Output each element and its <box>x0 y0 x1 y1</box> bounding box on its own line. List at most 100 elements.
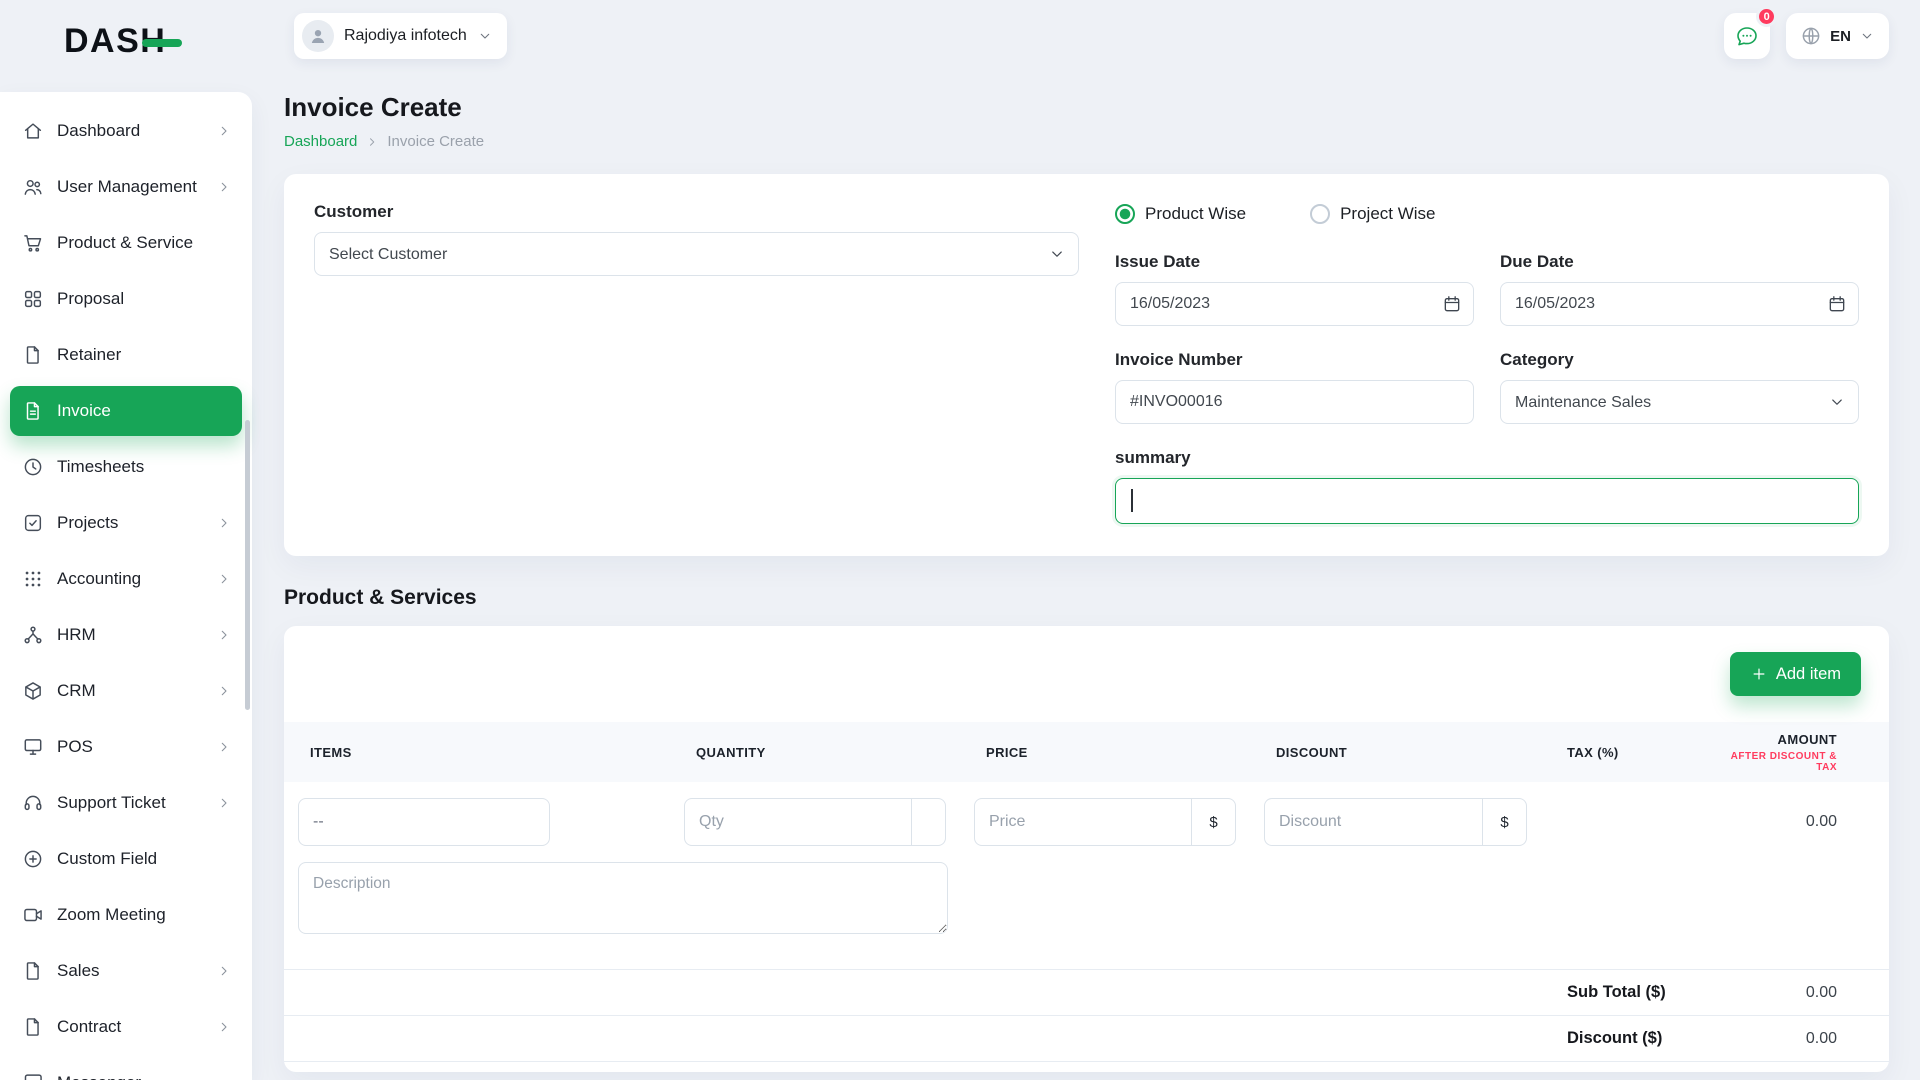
chevron-right-icon <box>216 963 232 979</box>
total-value: 0.00 <box>1721 1030 1889 1048</box>
chevron-right-icon <box>365 135 379 149</box>
issue-date-input[interactable] <box>1115 282 1474 326</box>
item-row: $ $ 0.00 <box>284 782 1889 852</box>
chevron-down-icon <box>1859 28 1875 44</box>
category-select[interactable]: Maintenance Sales <box>1500 380 1859 424</box>
sidebar-item-label: CRM <box>57 681 96 701</box>
chevron-right-icon <box>216 627 232 643</box>
main-content: Invoice Create Dashboard Invoice Create … <box>252 72 1920 1080</box>
add-item-button[interactable]: Add item <box>1730 652 1861 696</box>
col-header-discount: DISCOUNT <box>1250 745 1541 760</box>
sidebar-item-timesheets[interactable]: Timesheets <box>10 442 242 492</box>
breadcrumb-current: Invoice Create <box>387 133 484 150</box>
tax-cell <box>1541 798 1721 846</box>
sidebar-item-sales[interactable]: Sales <box>10 946 242 996</box>
sidebar-item-dashboard[interactable]: Dashboard <box>10 106 242 156</box>
invoice-number-input[interactable] <box>1115 380 1474 424</box>
sidebar-item-label: Retainer <box>57 345 121 365</box>
issue-date-field: Issue Date <box>1115 252 1474 326</box>
sidebar-item-label: Contract <box>57 1017 121 1037</box>
box-icon <box>22 680 44 702</box>
sidebar-item-zoom-meeting[interactable]: Zoom Meeting <box>10 890 242 940</box>
sidebar-item-label: HRM <box>57 625 96 645</box>
sidebar-item-accounting[interactable]: Accounting <box>10 554 242 604</box>
cart-icon <box>22 232 44 254</box>
description-input[interactable] <box>298 862 948 934</box>
invoice-form-card: Customer Select Customer Product Wise Pr… <box>284 174 1889 556</box>
add-item-label: Add item <box>1776 665 1841 684</box>
text-caret <box>1131 489 1133 512</box>
issue-date-label: Issue Date <box>1115 252 1474 272</box>
messages-button[interactable]: 0 <box>1724 13 1770 59</box>
file-icon <box>22 960 44 982</box>
sidebar-item-proposal[interactable]: Proposal <box>10 274 242 324</box>
globe-icon <box>1800 25 1822 47</box>
sidebar-item-user-management[interactable]: User Management <box>10 162 242 212</box>
sidebar-item-pos[interactable]: POS <box>10 722 242 772</box>
col-header-items: ITEMS <box>284 745 670 760</box>
products-section-title: Product & Services <box>284 586 1889 610</box>
file-icon <box>22 344 44 366</box>
home-icon <box>22 120 44 142</box>
sidebar-item-label: Sales <box>57 961 100 981</box>
category-label: Category <box>1500 350 1859 370</box>
dots-grid-icon <box>22 568 44 590</box>
sidebar-item-retainer[interactable]: Retainer <box>10 330 242 380</box>
sidebar-scrollbar[interactable] <box>245 420 250 710</box>
product-wise-label: Product Wise <box>1145 204 1246 224</box>
product-wise-option[interactable]: Product Wise <box>1115 204 1246 224</box>
sidebar-item-invoice[interactable]: Invoice <box>10 386 242 436</box>
plus-icon <box>1750 665 1768 683</box>
due-date-input[interactable] <box>1500 282 1859 326</box>
notification-badge: 0 <box>1756 6 1777 27</box>
item-select-input[interactable] <box>298 798 550 846</box>
sidebar: Dashboard User Management Product & Servic… <box>0 92 252 1080</box>
amount-value: 0.00 <box>1721 798 1889 846</box>
project-wise-option[interactable]: Project Wise <box>1310 204 1435 224</box>
video-icon <box>22 904 44 926</box>
sidebar-item-hrm[interactable]: HRM <box>10 610 242 660</box>
price-input[interactable] <box>974 798 1192 846</box>
product-wise-radio[interactable] <box>1115 204 1135 224</box>
chevron-right-icon <box>216 739 232 755</box>
breadcrumb-dashboard-link[interactable]: Dashboard <box>284 133 357 150</box>
due-date-field: Due Date <box>1500 252 1859 326</box>
app-logo[interactable]: DASH <box>64 22 182 61</box>
sidebar-item-crm[interactable]: CRM <box>10 666 242 716</box>
items-card: Add item ITEMS QUANTITY PRICE DISCOUNT T… <box>284 626 1889 1072</box>
col-header-price: PRICE <box>960 745 1250 760</box>
amount-subheader: AFTER DISCOUNT & TAX <box>1721 751 1837 773</box>
invoice-icon <box>22 400 44 422</box>
project-wise-label: Project Wise <box>1340 204 1435 224</box>
workspace-selector[interactable]: Rajodiya infotech <box>294 13 507 59</box>
summary-input[interactable] <box>1115 478 1859 524</box>
customer-label: Customer <box>314 202 1079 222</box>
sidebar-item-label: Product & Service <box>57 233 193 253</box>
invoice-number-field: Invoice Number <box>1115 350 1474 424</box>
clock-icon <box>22 456 44 478</box>
total-value: 0.00 <box>1721 984 1889 1002</box>
discount-input[interactable] <box>1264 798 1483 846</box>
sidebar-item-contract[interactable]: Contract <box>10 1002 242 1052</box>
headset-icon <box>22 792 44 814</box>
customer-select[interactable]: Select Customer <box>314 232 1079 276</box>
hierarchy-icon <box>22 624 44 646</box>
sidebar-item-label: Projects <box>57 513 118 533</box>
total-row-sub-total: Sub Total ($)0.00 <box>284 970 1889 1016</box>
sidebar-item-messenger[interactable]: Messenger <box>10 1058 242 1080</box>
sidebar-item-support-ticket[interactable]: Support Ticket <box>10 778 242 828</box>
sidebar-item-projects[interactable]: Projects <box>10 498 242 548</box>
sidebar-item-label: Invoice <box>57 401 111 421</box>
topbar-right: 0 EN <box>1724 13 1889 59</box>
language-selector[interactable]: EN <box>1786 13 1889 59</box>
project-wise-radio[interactable] <box>1310 204 1330 224</box>
quantity-input[interactable] <box>684 798 912 846</box>
check-square-icon <box>22 512 44 534</box>
category-field: Category Maintenance Sales <box>1500 350 1859 424</box>
sidebar-item-product-service[interactable]: Product & Service <box>10 218 242 268</box>
total-label: Sub Total ($) <box>1541 983 1721 1002</box>
sidebar-item-label: Dashboard <box>57 121 140 141</box>
sidebar-item-custom-field[interactable]: Custom Field <box>10 834 242 884</box>
chat-icon <box>1735 24 1759 48</box>
file-icon <box>22 1016 44 1038</box>
